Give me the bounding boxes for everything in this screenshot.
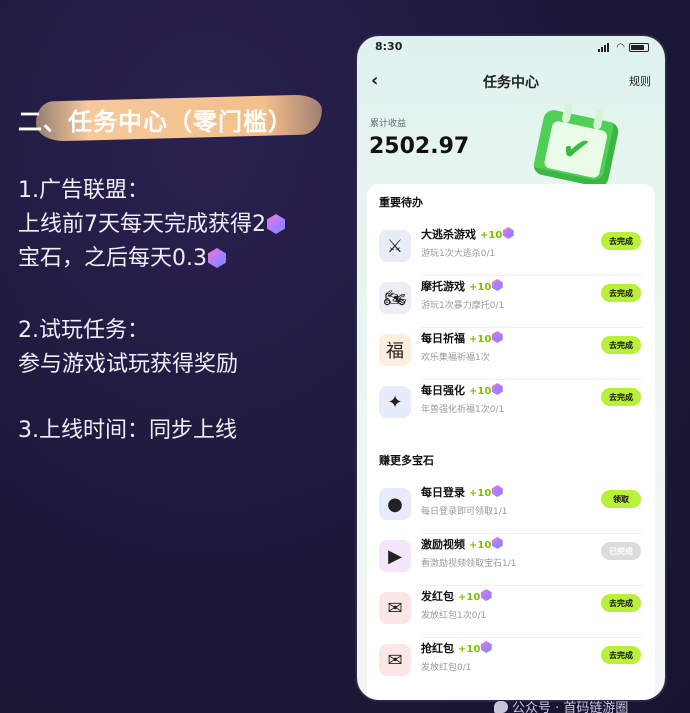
group-title: 重要待办 [379, 196, 423, 209]
task-reward: +10 [469, 386, 492, 397]
do-task-button[interactable]: 去完成 [601, 594, 641, 612]
task-description: 欢乐集福祈福1次 [421, 353, 490, 363]
task-row: ✉ 发红包 +10 发放红包1次0/1 去完成 [367, 586, 655, 638]
section-line: 上线前7天每天完成获得2 [18, 208, 286, 242]
promo-section-launch: 3.上线时间：同步上线 [18, 414, 237, 448]
task-description: 每日登录即可领取1/1 [421, 507, 508, 517]
status-bar: 8:30 ◠ [357, 36, 665, 58]
task-row: ✉ 抢红包 +10 发放红包0/1 去完成 [367, 638, 655, 690]
task-card: 重要待办 ⚔ 大逃杀游戏 +10 游玩1次大逃杀0/1 去完成 🏍 摩托游戏 +10 游玩1次暴力… [367, 184, 655, 700]
wifi-icon: ◠ [616, 42, 625, 53]
battery-icon [629, 43, 649, 52]
do-task-button[interactable]: 去完成 [601, 388, 641, 406]
gem-icon [480, 589, 492, 601]
task-description: 看激励视频领取宝石1/1 [421, 559, 517, 569]
task-row: ⚔ 大逃杀游戏 +10 游玩1次大逃杀0/1 去完成 [367, 224, 655, 276]
completed-button[interactable]: 已完成 [601, 542, 641, 560]
task-name: 每日强化 +10 [421, 382, 503, 398]
task-description: 游玩1次暴力摩托0/1 [421, 301, 505, 311]
task-name: 每日祈福 +10 [421, 330, 503, 346]
do-task-button[interactable]: 领取 [601, 490, 641, 508]
user-icon: ● [379, 488, 411, 520]
wechat-icon [494, 701, 508, 713]
task-name: 每日登录 +10 [421, 484, 503, 500]
gem-icon [491, 383, 503, 395]
watermark: 公众号 · 首码链游圈 [494, 697, 628, 713]
do-task-button[interactable]: 去完成 [601, 646, 641, 664]
motorcycle-icon: 🏍 [379, 282, 411, 314]
gem-icon [267, 214, 285, 234]
gem-icon [491, 537, 503, 549]
task-name: 摩托游戏 +10 [421, 278, 503, 294]
task-row: ● 每日登录 +10 每日登录即可领取1/1 领取 [367, 482, 655, 534]
do-task-button[interactable]: 去完成 [601, 232, 641, 250]
section-line: 宝石，之后每天0.3 [18, 242, 286, 276]
gem-icon [480, 641, 492, 653]
task-reward: +10 [469, 334, 492, 345]
gem-icon [491, 485, 503, 497]
earnings-value: 2502.97 [369, 134, 470, 159]
signal-icon [598, 43, 612, 52]
section-line: 参与游戏试玩获得奖励 [18, 352, 239, 377]
task-row: ▶ 激励视频 +10 看激励视频领取宝石1/1 已完成 [367, 534, 655, 586]
do-task-button[interactable]: 去完成 [601, 284, 641, 302]
task-row: ✦ 每日强化 +10 年兽强化祈福1次0/1 去完成 [367, 380, 655, 432]
task-reward: +10 [469, 540, 492, 551]
blessing-icon: 福 [379, 334, 411, 366]
section-title: 2.试玩任务： [18, 318, 149, 343]
task-name: 激励视频 +10 [421, 536, 503, 552]
task-reward: +10 [458, 592, 481, 603]
grab-envelope-icon: ✉ [379, 644, 411, 676]
task-name: 抢红包 +10 [421, 640, 492, 656]
promo-section-trial: 2.试玩任务： 参与游戏试玩获得奖励 [18, 314, 238, 382]
task-row: 🏍 摩托游戏 +10 游玩1次暴力摩托0/1 去完成 [367, 276, 655, 328]
nav-bar: ‹ 任务中心 规则 [357, 68, 665, 94]
task-reward: +10 [480, 230, 503, 241]
promo-heading-block: 二、任务中心（零门槛） [14, 94, 323, 142]
gem-icon [208, 248, 226, 268]
task-description: 年兽强化祈福1次0/1 [421, 405, 505, 415]
earnings-label: 累计收益 [370, 119, 407, 129]
do-task-button[interactable]: 去完成 [601, 336, 641, 354]
promo-heading: 二、任务中心（零门槛） [18, 108, 293, 136]
gem-icon [491, 279, 503, 291]
gem-icon [502, 227, 514, 239]
status-time: 8:30 [375, 40, 403, 53]
rules-link[interactable]: 规则 [629, 73, 651, 89]
task-description: 游玩1次大逃杀0/1 [421, 249, 496, 259]
red-envelope-icon: ✉ [379, 592, 411, 624]
promo-section-ads: 1.广告联盟： 上线前7天每天完成获得2 宝石，之后每天0.3 [18, 174, 286, 276]
task-reward: +10 [469, 282, 492, 293]
video-icon: ▶ [379, 540, 411, 572]
task-name: 发红包 +10 [421, 588, 492, 604]
section-title: 3.上线时间：同步上线 [18, 418, 237, 443]
calendar-check-icon: ✔ [531, 99, 626, 190]
phone-screen: 8:30 ◠ ‹ 任务中心 规则 累计收益 2502.97 ✔ 重要待办 ⚔ 大逃杀… [357, 36, 665, 700]
gem-icon [491, 331, 503, 343]
task-name: 大逃杀游戏 +10 [421, 226, 514, 242]
task-row: 福每日祈福 +10 欢乐集福祈福1次 去完成 [367, 328, 655, 380]
upgrade-icon: ✦ [379, 386, 411, 418]
section-title: 1.广告联盟： [18, 178, 149, 203]
task-reward: +10 [469, 488, 492, 499]
task-reward: +10 [458, 644, 481, 655]
task-description: 发放红包1次0/1 [421, 611, 487, 621]
swords-icon: ⚔ [379, 230, 411, 262]
status-icons: ◠ [598, 42, 649, 53]
task-description: 发放红包0/1 [421, 663, 472, 673]
page-title: 任务中心 [483, 75, 539, 91]
group-title: 赚更多宝石 [379, 454, 434, 467]
